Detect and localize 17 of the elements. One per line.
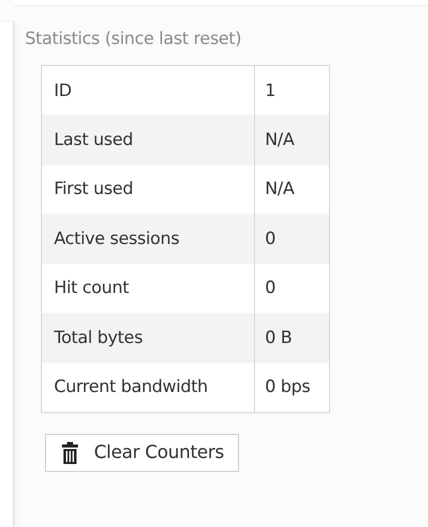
table-cell: First used <box>42 164 254 214</box>
table-cell: 1 <box>254 66 330 115</box>
table-cell: Active sessions <box>42 214 254 264</box>
table-cell: 0 B <box>254 313 330 362</box>
table-cell: Last used <box>42 115 254 164</box>
table-cell: Total bytes <box>42 313 254 362</box>
table-cell: 0 <box>254 214 330 264</box>
table-cell: 0 <box>254 264 330 313</box>
trash-icon <box>62 442 78 464</box>
section-title: Statistics (since last reset) <box>25 28 242 51</box>
clear-counters-button[interactable]: Clear Counters <box>45 434 239 472</box>
table-cell: Current bandwidth <box>42 362 254 412</box>
table-cell: N/A <box>254 115 330 164</box>
table-cell: 0 bps <box>254 362 330 412</box>
table-cell: N/A <box>254 164 330 214</box>
table-cell: Hit count <box>42 264 254 313</box>
table-cell: ID <box>42 66 254 115</box>
